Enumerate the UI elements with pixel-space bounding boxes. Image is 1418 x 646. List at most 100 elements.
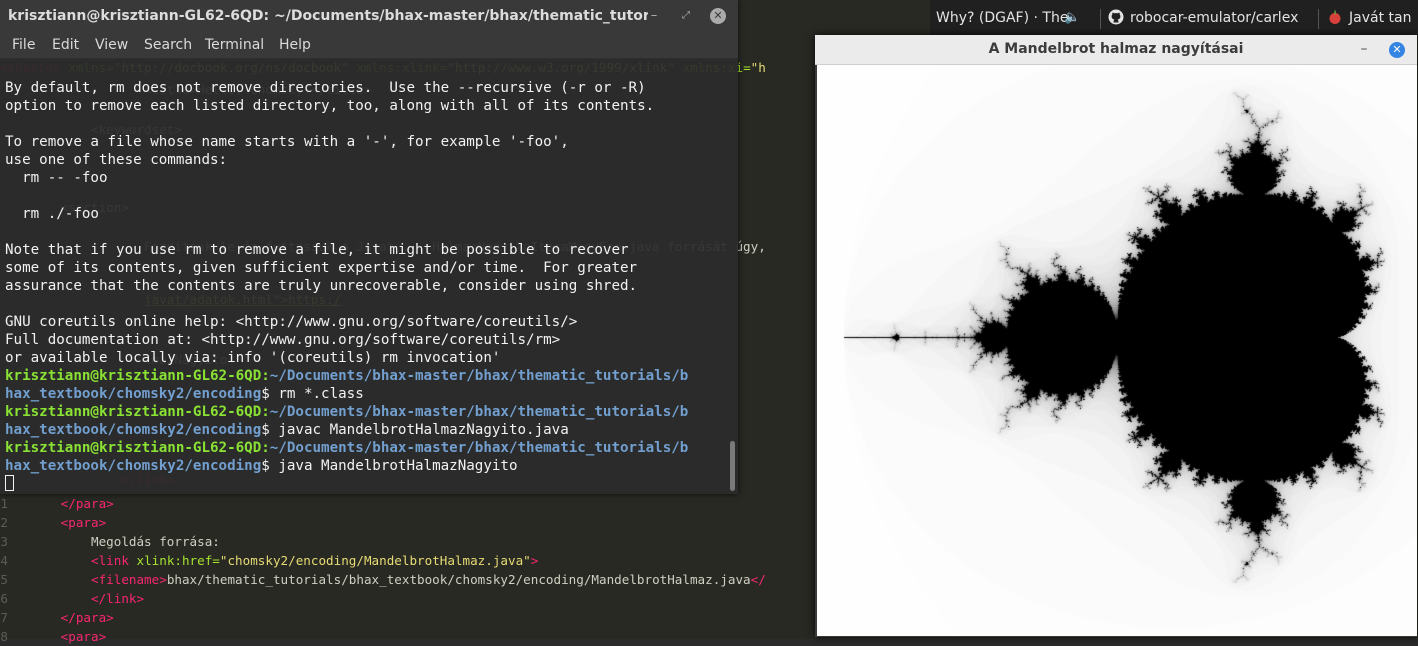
prompt-user: krisztiann@krisztiann-GL62-6QD [5, 404, 262, 420]
menu-terminal[interactable]: Terminal [205, 32, 264, 58]
output-text: use one of these commands: [5, 152, 228, 168]
output-text: some of its contents, given sufficient e… [5, 260, 638, 276]
terminal-line: GNU coreutils online help: <http://www.g… [5, 313, 725, 331]
terminal-window[interactable]: krisztiann@krisztiann-GL62-6QD: ~/Docume… [0, 0, 738, 494]
terminal-line: rm -- -foo [5, 169, 725, 187]
terminal-line: To remove a file whose name starts with … [5, 133, 725, 151]
browser-tab-why[interactable]: Why? (DGAF) · The 🔈 [936, 0, 1086, 36]
code-token: bhax/thematic_tutorials/bhax_textbook/ch… [166, 572, 751, 587]
editor-code: </para> [0, 494, 114, 513]
tab-separator [1100, 9, 1101, 29]
prompt-path: hax_textbook/chomsky2/encoding [5, 386, 262, 402]
minimize-button[interactable]: – [1356, 39, 1372, 59]
browser-tab-javat[interactable]: Javát tan [1327, 0, 1418, 36]
prompt-command: javac MandelbrotHalmazNagyito.java [269, 422, 569, 438]
prompt-path: ~/Documents/bhax-master/bhax/thematic_tu… [269, 368, 689, 384]
prompt-user: krisztiann@krisztiann-GL62-6QD [5, 440, 262, 456]
mandelbrot-fractal-image[interactable] [817, 65, 1417, 636]
prompt-symbol: $ [261, 422, 270, 438]
editor-code: </link> [0, 589, 144, 608]
editor-code: <para> [0, 513, 107, 532]
code-token: </para> [0, 496, 114, 511]
github-icon [1108, 3, 1124, 25]
terminal-line: hax_textbook/chomsky2/encoding$ rm *.cla… [5, 385, 725, 403]
output-text: or available locally via: info '(coreuti… [5, 350, 501, 366]
output-text: rm ./-foo [5, 206, 99, 222]
terminal-title: krisztiann@krisztiann-GL62-6QD: ~/Docume… [8, 8, 648, 24]
menu-view[interactable]: View [95, 32, 128, 58]
code-token: <link [0, 553, 137, 568]
terminal-line: krisztiann@krisztiann-GL62-6QD:~/Documen… [5, 367, 725, 385]
browser-tab-label: robocar-emulator/carlex [1130, 10, 1299, 26]
prompt-separator: : [261, 368, 270, 384]
menu-edit[interactable]: Edit [52, 32, 79, 58]
prompt-path: ~/Documents/bhax-master/bhax/thematic_tu… [269, 404, 689, 420]
prompt-path: hax_textbook/chomsky2/encoding [5, 422, 262, 438]
code-token: "chomsky2/encoding/MandelbrotHalmaz.java… [219, 553, 531, 568]
code-token: <para> [0, 629, 107, 644]
terminal-line: krisztiann@krisztiann-GL62-6QD:~/Documen… [5, 403, 725, 421]
terminal-menubar: File Edit View Search Terminal Help [0, 32, 738, 59]
browser-tab-label: Javát tan [1349, 10, 1412, 26]
editor-code: <filename>bhax/thematic_tutorials/bhax_t… [0, 570, 766, 589]
terminal-line: or available locally via: info '(coreuti… [5, 349, 725, 367]
browser-tab-strip: Why? (DGAF) · The 🔈 robocar-emulator/car… [930, 0, 1418, 36]
close-button[interactable]: ✕ [1389, 42, 1405, 58]
terminal-line: Note that if you use rm to remove a file… [5, 241, 725, 259]
code-token: </para> [0, 610, 114, 625]
output-text: rm -- -foo [5, 170, 108, 186]
output-text: By default, rm does not remove directori… [5, 80, 646, 96]
code-token: > [530, 553, 539, 568]
mandelbrot-window-title: A Mandelbrot halmaz nagyításai [988, 41, 1244, 57]
code-token: Megoldás forrása: [0, 534, 220, 549]
mandelbrot-canvas[interactable] [817, 65, 1417, 636]
prompt-command: java MandelbrotHalmazNagyito [269, 458, 518, 474]
output-text: To remove a file whose name starts with … [5, 134, 569, 150]
mandelbrot-window[interactable]: A Mandelbrot halmaz nagyításai – ✕ [815, 35, 1417, 637]
apple-icon [1327, 3, 1343, 24]
terminal-line: krisztiann@krisztiann-GL62-6QD:~/Documen… [5, 439, 725, 457]
prompt-separator: : [261, 440, 270, 456]
menu-help[interactable]: Help [279, 32, 311, 58]
prompt-separator: : [261, 404, 270, 420]
minimize-button[interactable]: – [646, 8, 662, 24]
terminal-line: rm ./-foo [5, 205, 725, 223]
output-text: option to remove each listed directory, … [5, 98, 655, 114]
terminal-output[interactable]: By default, rm does not remove directori… [5, 79, 725, 493]
browser-tab-label: Why? (DGAF) · The [936, 10, 1069, 26]
terminal-line: Full documentation at: <http://www.gnu.o… [5, 331, 725, 349]
editor-code: <para> [0, 627, 107, 646]
mandelbrot-titlebar[interactable]: A Mandelbrot halmaz nagyításai – ✕ [815, 35, 1417, 65]
terminal-line: hax_textbook/chomsky2/encoding$ javac Ma… [5, 421, 725, 439]
maximize-button[interactable]: ⤢ [678, 8, 694, 24]
editor-code: </para> [0, 608, 114, 627]
code-token: </link> [0, 591, 145, 606]
terminal-scrollbar[interactable] [730, 441, 735, 491]
terminal-line: use one of these commands: [5, 151, 725, 169]
output-text: Note that if you use rm to remove a file… [5, 242, 629, 258]
output-text: assurance that the contents are truly un… [5, 278, 638, 294]
code-token: xlink:href= [136, 553, 220, 568]
terminal-cursor [5, 475, 14, 491]
output-text: GNU coreutils online help: <http://www.g… [5, 314, 578, 330]
menu-file[interactable]: File [12, 32, 35, 58]
terminal-titlebar[interactable]: krisztiann@krisztiann-GL62-6QD: ~/Docume… [0, 0, 738, 32]
close-button[interactable]: ✕ [710, 8, 726, 24]
code-token: </ [750, 572, 766, 587]
tab-separator [1318, 9, 1319, 29]
code-token: <filename> [0, 572, 167, 587]
terminal-line: assurance that the contents are truly un… [5, 277, 725, 295]
output-text: Full documentation at: <http://www.gnu.o… [5, 332, 561, 348]
prompt-command: rm *.class [269, 386, 364, 402]
terminal-line: option to remove each listed directory, … [5, 97, 725, 115]
prompt-symbol: $ [261, 386, 270, 402]
browser-tab-robocar[interactable]: robocar-emulator/carlex [1108, 0, 1308, 36]
speaker-icon[interactable]: 🔈 [1064, 0, 1080, 36]
menu-search[interactable]: Search [144, 32, 192, 58]
terminal-line: hax_textbook/chomsky2/encoding$ java Man… [5, 457, 725, 475]
editor-code: Megoldás forrása: [0, 532, 220, 551]
terminal-line [5, 475, 725, 493]
